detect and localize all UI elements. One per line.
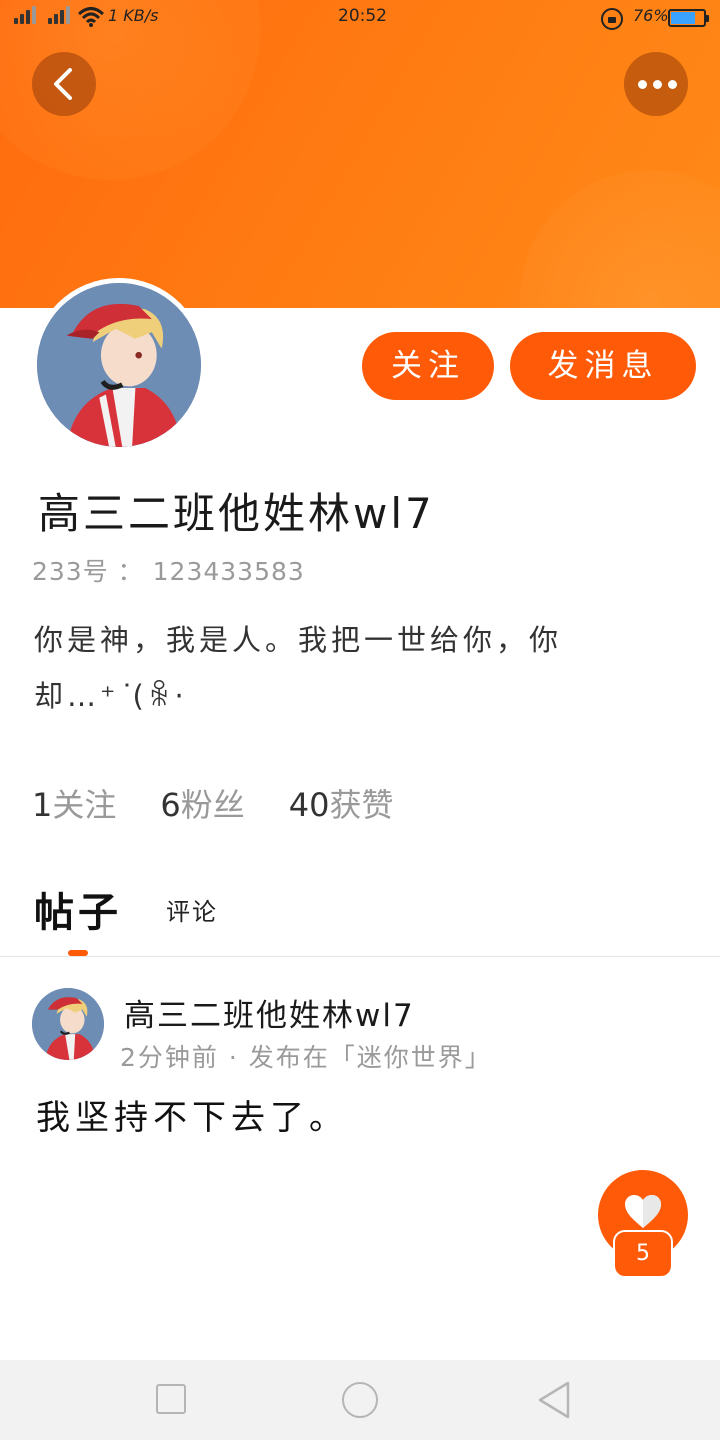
stat-number: 6 <box>160 786 181 824</box>
stat-followers[interactable]: 6粉丝 <box>160 780 244 826</box>
post-author-avatar[interactable] <box>32 988 104 1060</box>
divider <box>0 956 720 957</box>
more-dots-icon <box>638 80 677 89</box>
user-id-label: 233号 <box>32 557 109 586</box>
banner-decoration <box>520 170 720 308</box>
tab-comments[interactable]: 评论 <box>166 892 218 927</box>
heart-icon <box>625 1195 661 1228</box>
user-id: 233号 ： 123433583 <box>32 552 305 588</box>
stat-following[interactable]: 1关注 <box>32 780 116 826</box>
user-id-separator: ： <box>117 557 144 586</box>
battery-icon <box>668 9 709 27</box>
status-bar: 1 KB/s 20:52 76% <box>0 0 720 34</box>
stat-label: 关注 <box>52 786 117 824</box>
home-button[interactable] <box>342 1382 378 1418</box>
profile-username: 高三二班他姓林wl7 <box>38 489 435 538</box>
recent-apps-button[interactable] <box>156 1384 186 1414</box>
wifi-icon <box>78 7 104 27</box>
follow-button[interactable]: 关注 <box>362 332 494 400</box>
stat-number: 1 <box>32 786 53 824</box>
tab-posts[interactable]: 帖子 <box>34 880 122 938</box>
post-meta: 2分钟前 · 发布在「迷你世界」 <box>120 1043 492 1072</box>
post-author-name[interactable]: 高三二班他姓林wl7 <box>124 990 415 1035</box>
stat-label: 粉丝 <box>180 786 245 824</box>
network-speed: 1 KB/s <box>108 6 159 25</box>
rotation-lock-icon <box>601 8 623 30</box>
clock: 20:52 <box>338 6 387 26</box>
bio-line: 你是神，我是人。我把一世给你，你 <box>34 623 563 657</box>
stat-likes[interactable]: 40获赞 <box>289 780 394 826</box>
stat-label: 获赞 <box>329 786 394 824</box>
send-message-button[interactable]: 发消息 <box>510 332 696 400</box>
profile-bio: 你是神，我是人。我把一世给你，你 却…⁺ ͘(ꆜ· <box>34 612 674 724</box>
back-button[interactable] <box>32 52 96 116</box>
avatar-image <box>37 283 201 447</box>
user-id-value: 123433583 <box>152 557 305 586</box>
bio-line: 却…⁺ ͘(ꆜ· <box>34 679 188 713</box>
like-count-badge: 5 <box>613 1230 673 1278</box>
cell-signal-icon <box>44 6 70 24</box>
more-button[interactable] <box>624 52 688 116</box>
profile-stats: 1关注 6粉丝 40获赞 <box>32 780 393 826</box>
avatar-image <box>32 988 104 1060</box>
nav-back-triangle-icon[interactable] <box>536 1380 572 1420</box>
battery-level <box>671 12 696 24</box>
avatar[interactable] <box>32 278 206 452</box>
battery-percent: 76% <box>633 6 669 25</box>
signal-group <box>10 6 104 28</box>
system-nav-bar <box>0 1360 720 1440</box>
cell-signal-icon <box>10 6 36 24</box>
stat-number: 40 <box>288 786 330 824</box>
profile-header-banner <box>0 0 720 308</box>
chevron-left-icon <box>54 68 72 100</box>
post-content[interactable]: 我坚持不下去了。 <box>36 1090 348 1139</box>
